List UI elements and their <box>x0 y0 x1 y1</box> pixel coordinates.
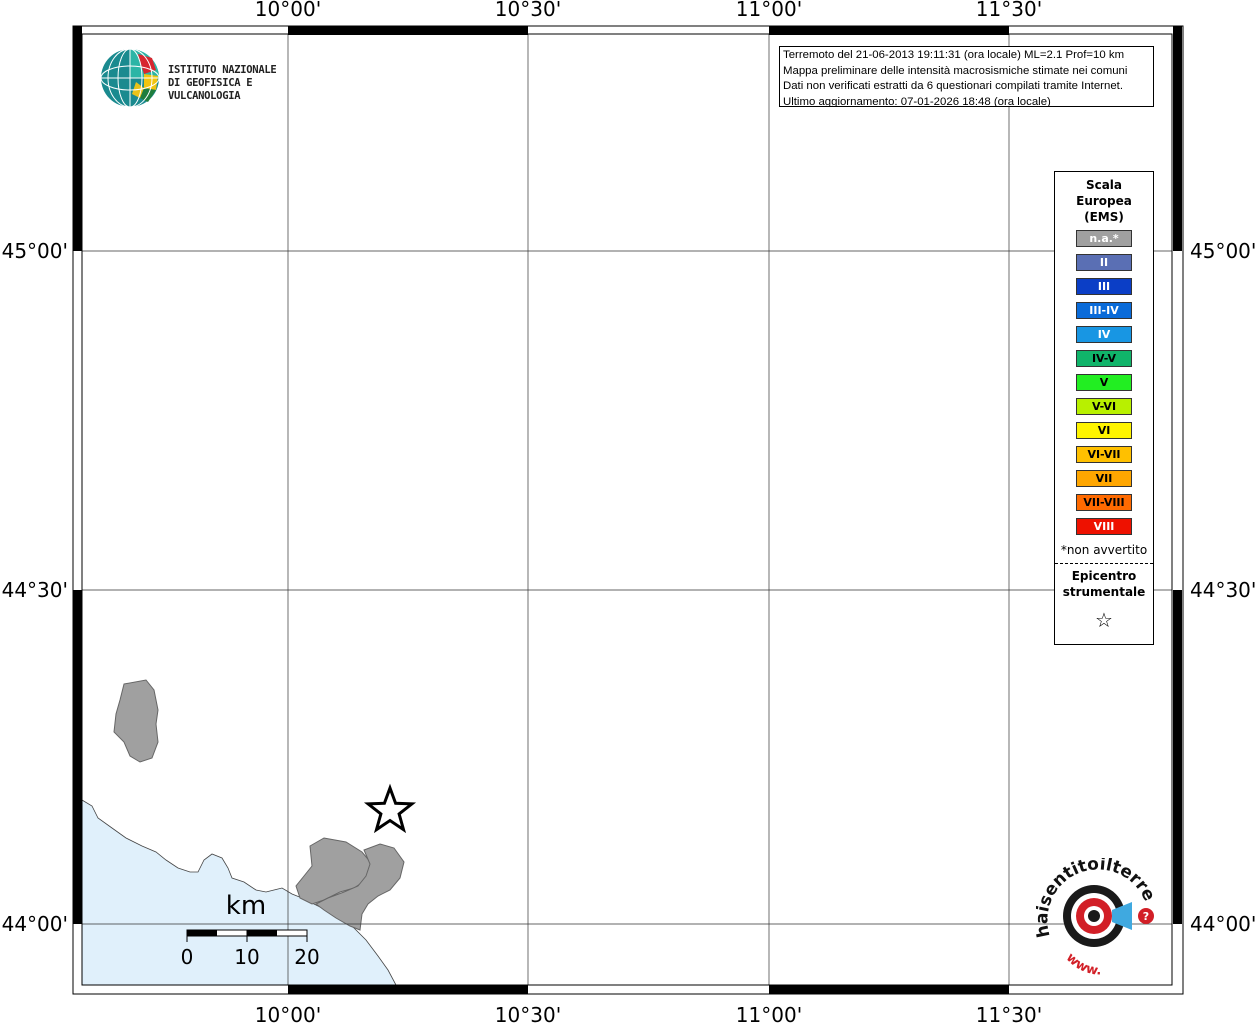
epicentre-line1: Epicentro <box>1071 569 1137 583</box>
scale-unit: km <box>226 891 266 921</box>
legend-separator <box>1055 563 1153 564</box>
x-tick-labels-top: 10°00' 10°30' 11°00' 11°30' <box>255 0 1042 21</box>
legend-star-icon: ☆ <box>1095 608 1113 632</box>
y-tick-right-1: 45°00' <box>1190 239 1256 263</box>
legend-swatch-vi: VI <box>1076 422 1132 439</box>
legend-swatch-n-a: n.a.* <box>1076 230 1132 247</box>
event-info-box: Terremoto del 21-06-2013 19:11:31 (ora l… <box>779 46 1154 107</box>
ingv-line2: DI GEOFISICA E VULCANOLOGIA <box>168 77 253 102</box>
legend-swatch-ii: II <box>1076 254 1132 271</box>
legend-title-line1: Scala <box>1085 178 1123 192</box>
legend-swatch-v-vi: V-VI <box>1076 398 1132 415</box>
svg-text:www.: www. <box>1063 950 1102 978</box>
y-tick-left-1: 45°00' <box>2 239 68 263</box>
map-background <box>82 34 1172 985</box>
x-tick-top-1: 10°00' <box>255 0 321 21</box>
x-tick-bottom-2: 10°30' <box>495 1003 561 1024</box>
x-tick-bottom-3: 11°00' <box>736 1003 802 1024</box>
ingv-line1: ISTITUTO NAZIONALE <box>168 64 277 76</box>
haisentito-www: www. <box>1063 950 1102 978</box>
x-tick-top-3: 11°00' <box>736 0 802 21</box>
info-line-1: Terremoto del 21-06-2013 19:11:31 (ora l… <box>783 49 1125 61</box>
legend-swatch-vii: VII <box>1076 470 1132 487</box>
y-tick-labels-right: 45°00' 44°30' 44°00' <box>1190 239 1256 936</box>
ingv-globe-icon <box>100 48 160 108</box>
y-tick-left-2: 44°30' <box>2 578 68 602</box>
x-tick-bottom-1: 10°00' <box>255 1003 321 1024</box>
legend-note: *non avvertito <box>1060 543 1148 557</box>
legend-swatch-iii-iv: III-IV <box>1076 302 1132 319</box>
ingv-logo-text: ISTITUTO NAZIONALE DI GEOFISICA E VULCAN… <box>168 64 330 103</box>
info-line-4: Ultimo aggiornamento: 07-01-2026 18:48 (… <box>783 95 1051 107</box>
legend-title-line3: (EMS) <box>1084 210 1124 224</box>
legend-epicentre-label: Epicentro strumentale <box>1055 568 1153 600</box>
y-tick-right-3: 44°00' <box>1190 912 1256 936</box>
haisentito-logo: haisentitoilterremoto.it www. ? <box>1027 843 1160 979</box>
legend-swatches: n.a.* II III III-IV IV IV-V V V-VI VI VI-VII VII VI… <box>1055 230 1153 535</box>
legend-swatch-v: V <box>1076 374 1132 391</box>
svg-text:?: ? <box>1143 910 1149 923</box>
y-tick-right-2: 44°30' <box>1190 578 1256 602</box>
haisentito-target-icon: haisentitoilterremoto.it www. ? <box>1027 843 1159 979</box>
epicentre-line2: strumentale <box>1062 585 1146 599</box>
x-tick-top-2: 10°30' <box>495 0 561 21</box>
x-tick-labels-bottom: 10°00' 10°30' 11°00' 11°30' <box>255 1003 1042 1024</box>
legend-title: Scala Europea (EMS) <box>1055 177 1153 225</box>
x-tick-top-4: 11°30' <box>976 0 1042 21</box>
scale-label-20: 20 <box>294 945 319 969</box>
legend-swatch-iv: IV <box>1076 326 1132 343</box>
y-tick-left-3: 44°00' <box>2 912 68 936</box>
legend-swatch-iii: III <box>1076 278 1132 295</box>
legend-swatch-viii: VIII <box>1076 518 1132 535</box>
intensity-legend: Scala Europea (EMS) n.a.* II III III-IV IV IV… <box>1054 171 1154 645</box>
info-line-3: Dati non verificati estratti da 6 questi… <box>783 80 1123 93</box>
legend-title-line2: Europea <box>1076 194 1132 208</box>
scale-label-10: 10 <box>234 945 259 969</box>
scale-label-0: 0 <box>181 945 194 969</box>
ingv-logo: ISTITUTO NAZIONALE DI GEOFISICA E VULCAN… <box>100 48 330 110</box>
x-tick-bottom-4: 11°30' <box>976 1003 1042 1024</box>
legend-swatch-iv-v: IV-V <box>1076 350 1132 367</box>
legend-swatch-vii-viii: VII-VIII <box>1076 494 1132 511</box>
legend-swatch-vi-vii: VI-VII <box>1076 446 1132 463</box>
y-tick-labels-left: 45°00' 44°30' 44°00' <box>2 239 68 936</box>
info-line-2: Mappa preliminare delle intensità macros… <box>783 64 1128 77</box>
